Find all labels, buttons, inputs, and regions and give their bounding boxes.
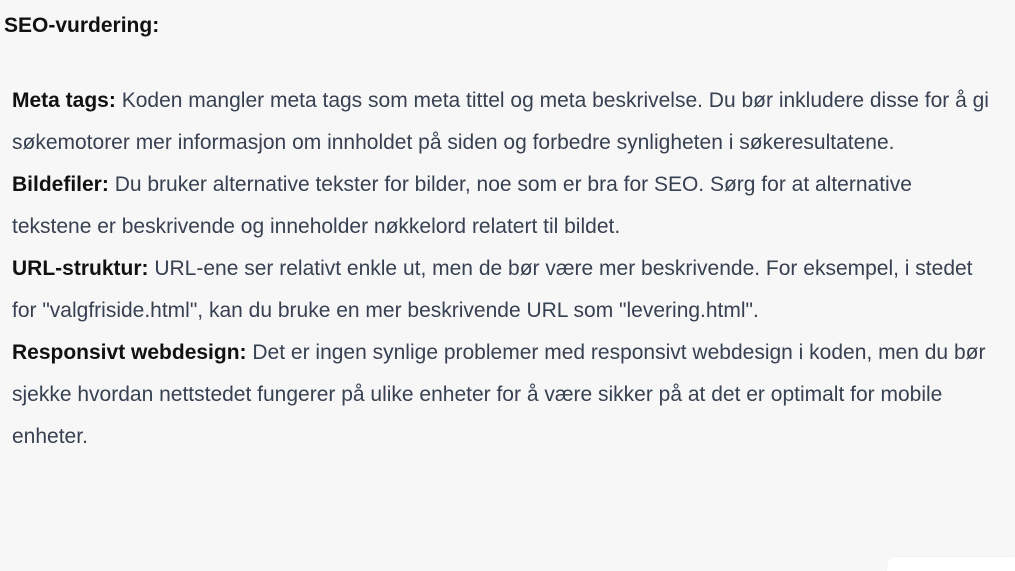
list-item-meta-tags: Meta tags: Koden mangler meta tags som m… — [12, 80, 997, 164]
item-text: Koden mangler meta tags som meta tittel … — [12, 89, 989, 154]
input-box-edge — [887, 557, 1015, 571]
item-title: Responsivt webdesign: — [12, 341, 247, 364]
list-item-bildefiler: Bildefiler: Du bruker alternative tekste… — [12, 164, 997, 248]
item-text: URL-ene ser relativt enkle ut, men de bø… — [12, 257, 973, 322]
item-title: Meta tags: — [12, 89, 116, 112]
item-title: URL-struktur: — [12, 257, 149, 280]
list-item-responsivt-webdesign: Responsivt webdesign: Det er ingen synli… — [12, 332, 997, 458]
item-text: Du bruker alternative tekster for bilder… — [12, 173, 912, 238]
section-heading: SEO-vurdering: — [4, 14, 160, 37]
item-title: Bildefiler: — [12, 173, 109, 196]
seo-list: Meta tags: Koden mangler meta tags som m… — [12, 80, 997, 458]
list-item-url-struktur: URL-struktur: URL-ene ser relativt enkle… — [12, 248, 997, 332]
